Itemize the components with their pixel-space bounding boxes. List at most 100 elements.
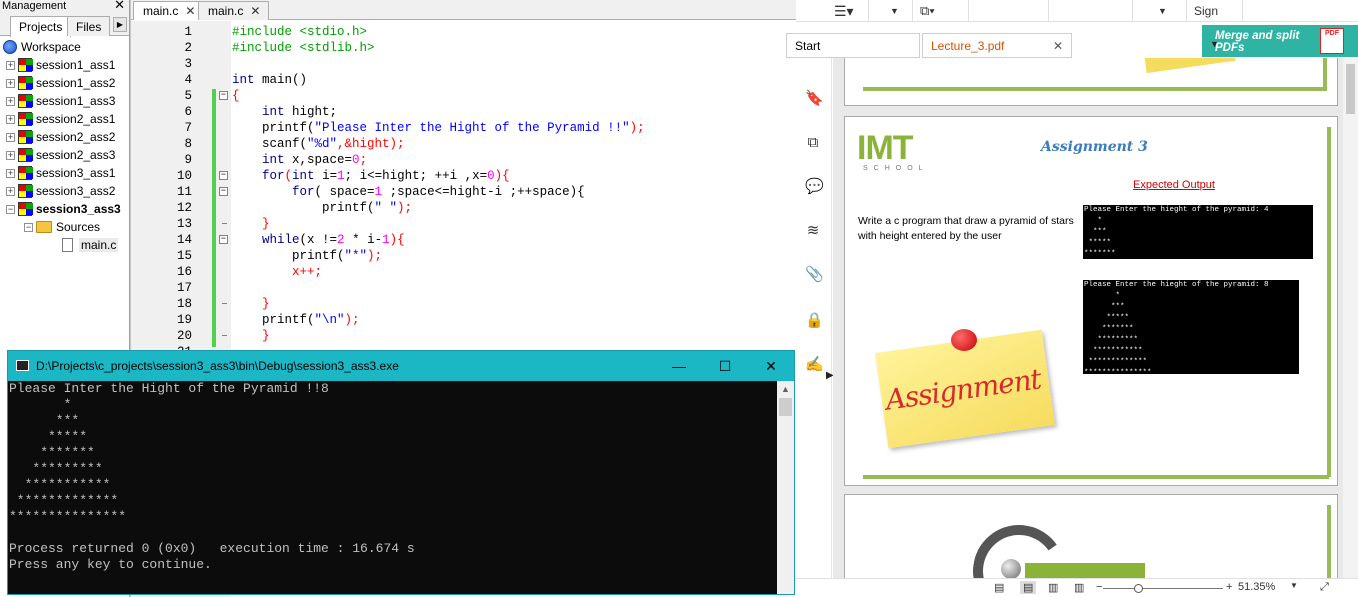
- toolbar-separator: [1048, 0, 1049, 22]
- code-text: ){: [389, 233, 405, 247]
- fullscreen-icon[interactable]: ⤢: [1320, 581, 1329, 594]
- code-line: 7 printf("Please Inter the Hight of the …: [131, 120, 797, 136]
- signature-icon[interactable]: ✍: [805, 356, 824, 374]
- tree-project[interactable]: + session1_ass2: [0, 74, 129, 92]
- expand-icon[interactable]: +: [6, 186, 15, 196]
- close-icon[interactable]: ✕: [1053, 34, 1063, 59]
- pdf-document-area[interactable]: IMT SCHOOL Assignment 3 Expected Output …: [833, 58, 1343, 578]
- sign-button[interactable]: Sign: [1194, 2, 1218, 20]
- layers-icon[interactable]: ≋: [805, 222, 821, 240]
- facing-pages-icon[interactable]: ▥: [1048, 581, 1058, 594]
- assignment-title: Assignment 3: [1041, 139, 1148, 155]
- line-number: 3: [184, 57, 192, 71]
- close-icon[interactable]: ✕: [185, 4, 195, 18]
- console-line: ​: [9, 525, 778, 541]
- view-mode-icon[interactable]: ☰▾: [834, 2, 854, 20]
- tree-project-active[interactable]: − session3_ass3: [0, 200, 129, 218]
- expand-icon[interactable]: +: [6, 150, 15, 160]
- scroll-up-icon[interactable]: ▲: [777, 381, 794, 398]
- tree-project[interactable]: + session3_ass1: [0, 164, 129, 182]
- project-label: session2_ass2: [36, 130, 116, 144]
- console-output: Please Inter the Hight of the Pyramid !!…: [8, 381, 778, 594]
- expand-icon[interactable]: +: [6, 132, 15, 142]
- code-keyword: int: [262, 105, 285, 119]
- minimize-button[interactable]: —: [656, 351, 702, 381]
- tab-projects[interactable]: Projects: [10, 16, 72, 37]
- console-scrollbar[interactable]: ▲: [777, 381, 794, 594]
- tab-scroll-right-icon[interactable]: ▶: [113, 17, 127, 32]
- code-text: (x !=: [299, 233, 338, 247]
- console-line: Press any key to continue.: [9, 557, 212, 572]
- zoom-out-icon[interactable]: −: [1096, 581, 1102, 593]
- zoom-slider-knob[interactable]: [1134, 584, 1143, 593]
- zoom-in-icon[interactable]: +: [1226, 581, 1232, 593]
- editor-tab[interactable]: main.c ✕: [198, 1, 270, 20]
- dropdown-arrow-icon[interactable]: ▼: [1290, 581, 1298, 590]
- close-icon[interactable]: ✕: [114, 0, 125, 11]
- tree-file[interactable]: main.c: [0, 236, 129, 254]
- project-icon: [18, 58, 33, 72]
- tree-workspace[interactable]: Workspace: [0, 38, 129, 56]
- page-border-decoration: [1327, 127, 1331, 477]
- project-icon: [18, 148, 33, 162]
- dropdown-arrow-icon[interactable]: ▼: [1158, 2, 1167, 20]
- tree-project[interactable]: + session2_ass3: [0, 146, 129, 164]
- code-keyword: while: [262, 233, 300, 247]
- tab-files[interactable]: Files: [67, 16, 111, 36]
- comment-icon[interactable]: 💬: [805, 178, 824, 196]
- tree-sources-folder[interactable]: − Sources: [0, 218, 129, 236]
- line-number: 19: [176, 313, 192, 327]
- rotate-icon[interactable]: ⧉▾: [920, 2, 935, 20]
- console-window[interactable]: D:\Projects\c_projects\session3_ass3\bin…: [7, 350, 795, 595]
- tree-project[interactable]: + session2_ass2: [0, 128, 129, 146]
- code-line: 18 }: [131, 296, 797, 312]
- bookmark-icon[interactable]: 🔖: [805, 90, 824, 108]
- pdf-page-previous: [844, 58, 1338, 106]
- expand-icon[interactable]: +: [6, 78, 15, 88]
- single-page-icon[interactable]: ▤: [994, 581, 1004, 594]
- code-text: * i-: [344, 233, 383, 247]
- toolbar-separator: [1186, 0, 1187, 22]
- fold-toggle-icon[interactable]: −: [219, 187, 228, 196]
- tree-project[interactable]: + session1_ass3: [0, 92, 129, 110]
- console-line: ***: [9, 413, 80, 428]
- fold-toggle-icon[interactable]: −: [219, 171, 228, 180]
- zoom-slider[interactable]: [1103, 588, 1223, 589]
- fold-toggle-icon[interactable]: −: [219, 235, 228, 244]
- attachment-icon[interactable]: 📎: [805, 266, 824, 284]
- zoom-level[interactable]: 51.35%: [1238, 581, 1275, 593]
- console-title-bar[interactable]: D:\Projects\c_projects\session3_ass3\bin…: [8, 351, 794, 381]
- editor-tab[interactable]: main.c ✕: [133, 1, 205, 20]
- scroll-thumb[interactable]: [779, 398, 792, 416]
- lock-icon[interactable]: 🔒: [805, 312, 824, 330]
- tree-project[interactable]: + session1_ass1: [0, 56, 129, 74]
- project-icon: [18, 166, 33, 180]
- tab-lecture[interactable]: Lecture_3.pdf ✕: [922, 33, 1072, 58]
- close-button[interactable]: ✕: [748, 351, 794, 381]
- fold-toggle-icon[interactable]: −: [219, 91, 228, 100]
- dropdown-arrow-icon[interactable]: ▼: [890, 2, 899, 20]
- fold-end-marker: [222, 223, 227, 224]
- console-line: *********: [9, 461, 103, 476]
- line-number: 6: [184, 105, 192, 119]
- expand-icon[interactable]: +: [6, 60, 15, 70]
- pdf-scrollbar[interactable]: [1343, 58, 1358, 578]
- collapse-icon[interactable]: −: [24, 222, 33, 232]
- continuous-page-icon[interactable]: ▤: [1020, 581, 1037, 594]
- tree-project[interactable]: + session2_ass1: [0, 110, 129, 128]
- expand-icon[interactable]: +: [6, 114, 15, 124]
- close-icon[interactable]: ✕: [250, 4, 260, 18]
- collapse-icon[interactable]: −: [6, 204, 15, 214]
- tab-start[interactable]: Start: [786, 33, 920, 58]
- expand-icon[interactable]: +: [6, 168, 15, 178]
- merge-split-promo[interactable]: ▼ Merge and split PDFs PDF: [1202, 25, 1358, 57]
- scroll-thumb[interactable]: [1346, 64, 1355, 114]
- maximize-button[interactable]: ☐: [702, 351, 748, 381]
- cover-facing-icon[interactable]: ▥: [1074, 581, 1084, 594]
- project-icon: [18, 184, 33, 198]
- expand-icon[interactable]: +: [6, 96, 15, 106]
- expected-output-terminal: Please Enter the hieght of the pyramid: …: [1083, 280, 1299, 377]
- pages-icon[interactable]: ⧉: [805, 134, 821, 152]
- code-line: 17: [131, 280, 797, 296]
- tree-project[interactable]: + session3_ass2: [0, 182, 129, 200]
